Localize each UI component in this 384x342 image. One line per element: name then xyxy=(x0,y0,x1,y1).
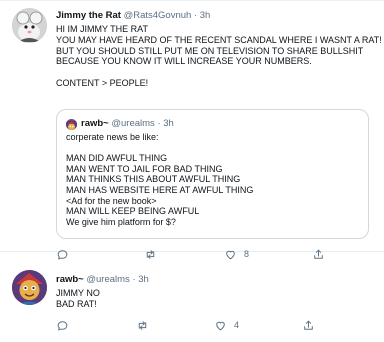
avatar-rat[interactable] xyxy=(12,8,47,43)
quote-tweet[interactable]: rawb~ @urealms · 3h corperate news be li… xyxy=(56,109,369,239)
tweet-time[interactable]: 3h xyxy=(200,10,211,21)
separator-dot: · xyxy=(157,118,161,129)
reply-header: rawb~ @urealms · 3h xyxy=(56,274,149,286)
reply-actions: 4 xyxy=(56,318,356,332)
separator-dot: · xyxy=(193,10,198,21)
tweet-header: Jimmy the Rat @Rats4Govnuh · 3h xyxy=(56,10,210,22)
separator-dot: · xyxy=(132,274,136,285)
quote-text: corperate news be like: MAN DID AWFUL TH… xyxy=(66,132,254,227)
reply-icon xyxy=(57,320,68,331)
tweet-text: HI IM JIMMY THE RAT YOU MAY HAVE HEARD O… xyxy=(56,24,382,88)
rawb-avatar-icon xyxy=(66,121,77,130)
reply-text: JIMMY NO BAD RAT! xyxy=(56,288,100,309)
reply-author-handle[interactable]: @urealms xyxy=(86,274,129,285)
retweet-button[interactable] xyxy=(136,318,156,332)
share-icon xyxy=(304,320,313,330)
tweet-jimmy[interactable]: Jimmy the Rat @Rats4Govnuh · 3h HI IM JI… xyxy=(0,0,384,260)
reply-author-name[interactable]: rawb~ xyxy=(56,274,84,285)
share-button[interactable] xyxy=(302,318,322,332)
like-button[interactable]: 4 xyxy=(214,318,239,332)
quote-time[interactable]: 3h xyxy=(163,118,174,129)
author-name[interactable]: Jimmy the Rat xyxy=(56,10,121,21)
avatar-rawb[interactable] xyxy=(12,270,47,305)
retweet-icon xyxy=(138,320,147,330)
quote-avatar xyxy=(66,119,77,130)
reply-button[interactable] xyxy=(56,318,76,332)
rat-avatar-icon xyxy=(12,8,47,43)
quote-header: rawb~ @urealms · 3h xyxy=(81,118,174,130)
like-count: 4 xyxy=(234,320,240,330)
quote-author-name[interactable]: rawb~ xyxy=(81,118,109,129)
quote-author-handle[interactable]: @urealms xyxy=(111,118,154,129)
author-handle[interactable]: @Rats4Govnuh xyxy=(124,10,192,21)
reply-time[interactable]: 3h xyxy=(138,274,149,285)
rawb-avatar-icon xyxy=(12,270,47,305)
heart-icon xyxy=(216,321,225,330)
